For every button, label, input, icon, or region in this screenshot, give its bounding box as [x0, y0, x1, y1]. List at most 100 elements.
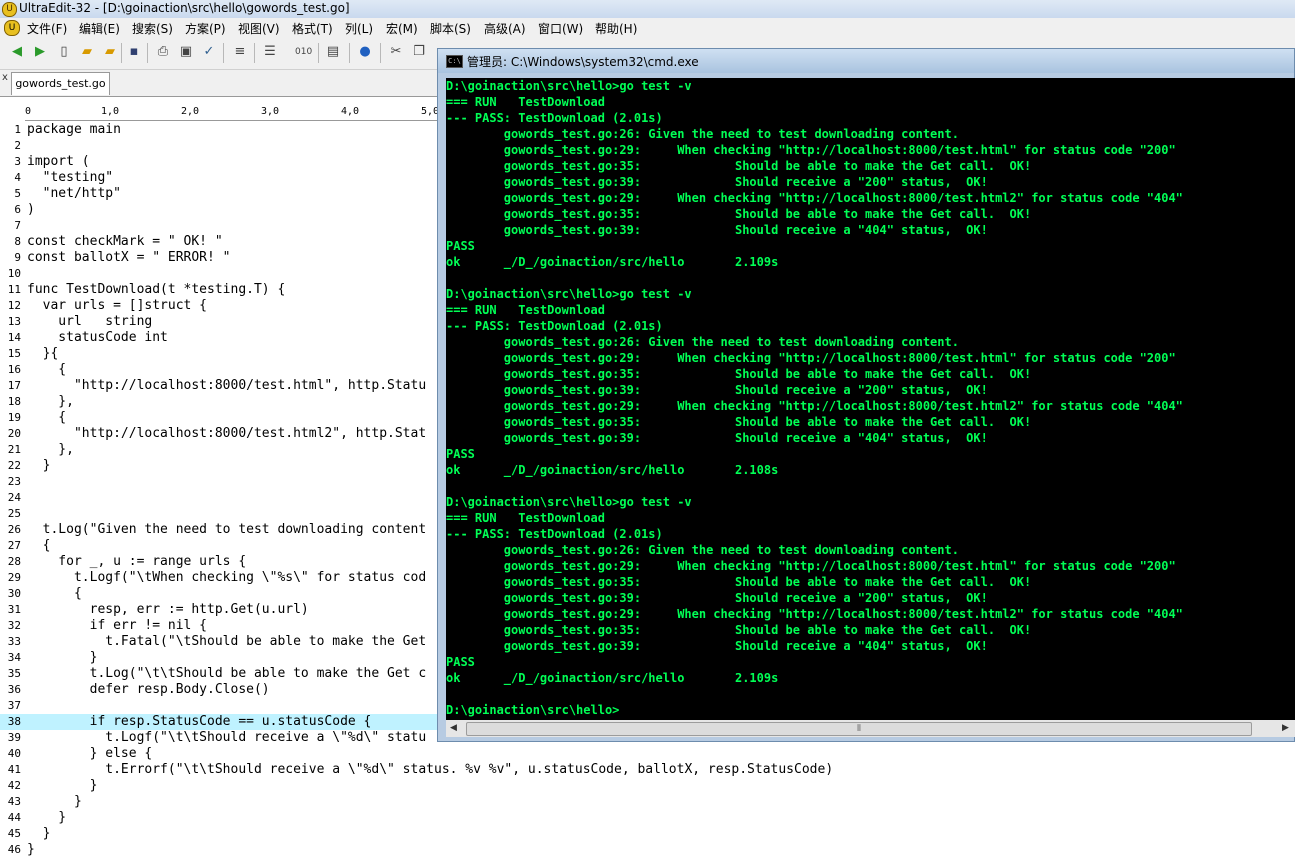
- code-text: },: [27, 394, 74, 409]
- menu-view[interactable]: 视图(V): [238, 20, 280, 37]
- menu-search[interactable]: 搜索(S): [132, 20, 173, 37]
- console-line: gowords_test.go:39: Should receive a "40…: [446, 223, 988, 237]
- line-number: 24: [7, 491, 21, 504]
- line-number: 2: [14, 139, 21, 152]
- document-icon[interactable]: ≡: [232, 44, 248, 60]
- console-line: gowords_test.go:39: Should receive a "20…: [446, 175, 988, 189]
- line-number: 15: [7, 347, 21, 360]
- toolbar-separator: [349, 43, 350, 63]
- print-preview-icon[interactable]: ▣: [178, 44, 194, 60]
- wordwrap-icon[interactable]: ☰: [262, 44, 278, 60]
- console-line: PASS: [446, 447, 475, 461]
- cmd-titlebar[interactable]: C:\ 管理员: C:\Windows\system32\cmd.exe: [438, 49, 1294, 73]
- console-line: gowords_test.go:39: Should receive a "20…: [446, 383, 988, 397]
- menu-window[interactable]: 窗口(W): [538, 20, 583, 37]
- line-number: 8: [14, 235, 21, 248]
- line-number: 29: [7, 571, 21, 584]
- line-number: 45: [7, 827, 21, 840]
- code-text: "http://localhost:8000/test.html", http.…: [27, 378, 427, 393]
- code-line[interactable]: 44 }: [0, 810, 1295, 826]
- menu-column[interactable]: 列(L): [345, 20, 373, 37]
- line-number: 14: [7, 331, 21, 344]
- menu-format[interactable]: 格式(T): [292, 20, 333, 37]
- line-number: 34: [7, 651, 21, 664]
- ultraedit-icon[interactable]: U: [2, 2, 17, 17]
- console-output[interactable]: D:\goinaction\src\hello>go test -v === RU…: [446, 78, 1295, 720]
- back-arrow-icon[interactable]: ◀: [9, 44, 25, 60]
- new-file-icon[interactable]: ▯: [56, 44, 72, 60]
- code-line[interactable]: 43 }: [0, 794, 1295, 810]
- menu-advanced[interactable]: 高级(A): [484, 20, 526, 37]
- code-line[interactable]: 45 }: [0, 826, 1295, 842]
- print-icon[interactable]: ⎙: [155, 44, 171, 60]
- hex-icon[interactable]: 010: [295, 44, 312, 60]
- code-line[interactable]: 46}: [0, 842, 1295, 858]
- line-number: 12: [7, 299, 21, 312]
- scroll-thumb[interactable]: ⦀: [466, 722, 1252, 736]
- console-line: gowords_test.go:26: Given the need to te…: [446, 543, 959, 557]
- close-icon[interactable]: x: [2, 72, 8, 83]
- line-number: 43: [7, 795, 21, 808]
- menu-project[interactable]: 方案(P): [185, 20, 226, 37]
- code-line[interactable]: 40 } else {: [0, 746, 1295, 762]
- console-line: gowords_test.go:29: When checking "http:…: [446, 399, 1183, 413]
- console-line: --- PASS: TestDownload (2.01s): [446, 111, 663, 125]
- console-line: gowords_test.go:35: Should be able to ma…: [446, 367, 1032, 381]
- line-number: 28: [7, 555, 21, 568]
- toolbar-separator: [318, 43, 319, 63]
- line-number: 33: [7, 635, 21, 648]
- menu-file[interactable]: 文件(F): [27, 20, 67, 37]
- console-line: === RUN TestDownload: [446, 95, 605, 109]
- menu-edit[interactable]: 编辑(E): [79, 20, 120, 37]
- line-number: 1: [14, 123, 21, 136]
- forward-arrow-icon[interactable]: ▶: [32, 44, 48, 60]
- cut-icon[interactable]: ✂: [388, 44, 404, 60]
- console-line: D:\goinaction\src\hello>: [446, 703, 620, 717]
- cmd-window[interactable]: C:\ 管理员: C:\Windows\system32\cmd.exe D:\…: [437, 48, 1295, 742]
- line-number: 9: [14, 251, 21, 264]
- save-icon[interactable]: ▪: [126, 44, 142, 60]
- code-text: }: [27, 458, 51, 473]
- toolbar-separator: [121, 43, 122, 63]
- tab-gowords-test[interactable]: gowords_test.go: [11, 72, 110, 95]
- line-number: 42: [7, 779, 21, 792]
- line-number: 16: [7, 363, 21, 376]
- console-line: gowords_test.go:29: When checking "http:…: [446, 143, 1176, 157]
- browser-icon[interactable]: ●: [357, 44, 373, 60]
- line-number: 27: [7, 539, 21, 552]
- list-icon[interactable]: ▤: [325, 44, 341, 60]
- document-menu-icon[interactable]: U: [4, 20, 20, 36]
- code-text: },: [27, 442, 74, 457]
- code-text: "testing": [27, 170, 114, 185]
- console-line: === RUN TestDownload: [446, 511, 605, 525]
- code-line[interactable]: 42 }: [0, 778, 1295, 794]
- code-text: if resp.StatusCode == u.statusCode {: [27, 714, 372, 729]
- code-text: }: [27, 826, 51, 841]
- menu-help[interactable]: 帮助(H): [595, 20, 637, 37]
- code-text: if err != nil {: [27, 618, 208, 633]
- console-line: gowords_test.go:35: Should be able to ma…: [446, 207, 1032, 221]
- console-line: gowords_test.go:39: Should receive a "20…: [446, 591, 988, 605]
- code-text: statusCode int: [27, 330, 168, 345]
- code-text: resp, err := http.Get(u.url): [27, 602, 309, 617]
- code-text: t.Fatal("\tShould be able to make the Ge…: [27, 634, 427, 649]
- line-number: 11: [7, 283, 21, 296]
- code-text: }: [27, 842, 35, 857]
- console-horizontal-scrollbar[interactable]: ◀ ⦀ ▶: [446, 720, 1295, 737]
- spellcheck-icon[interactable]: ✓: [201, 44, 217, 60]
- menu-macro[interactable]: 宏(M): [386, 20, 418, 37]
- scroll-left-icon[interactable]: ◀: [450, 723, 457, 733]
- line-number: 41: [7, 763, 21, 776]
- code-text: t.Logf("\t\tShould receive a \"%d\" stat…: [27, 730, 427, 745]
- code-line[interactable]: 41 t.Errorf("\t\tShould receive a \"%d\"…: [0, 762, 1295, 778]
- toolbar-separator: [380, 43, 381, 63]
- line-number: 22: [7, 459, 21, 472]
- menu-script[interactable]: 脚本(S): [430, 20, 471, 37]
- code-text: "http://localhost:8000/test.html2", http…: [27, 426, 427, 441]
- copy-icon[interactable]: ❐: [411, 44, 427, 60]
- console-line: gowords_test.go:29: When checking "http:…: [446, 351, 1176, 365]
- open-folder-icon[interactable]: ▰: [79, 44, 95, 60]
- scroll-right-icon[interactable]: ▶: [1282, 723, 1289, 733]
- open-folder-alt-icon[interactable]: ▰: [102, 44, 118, 60]
